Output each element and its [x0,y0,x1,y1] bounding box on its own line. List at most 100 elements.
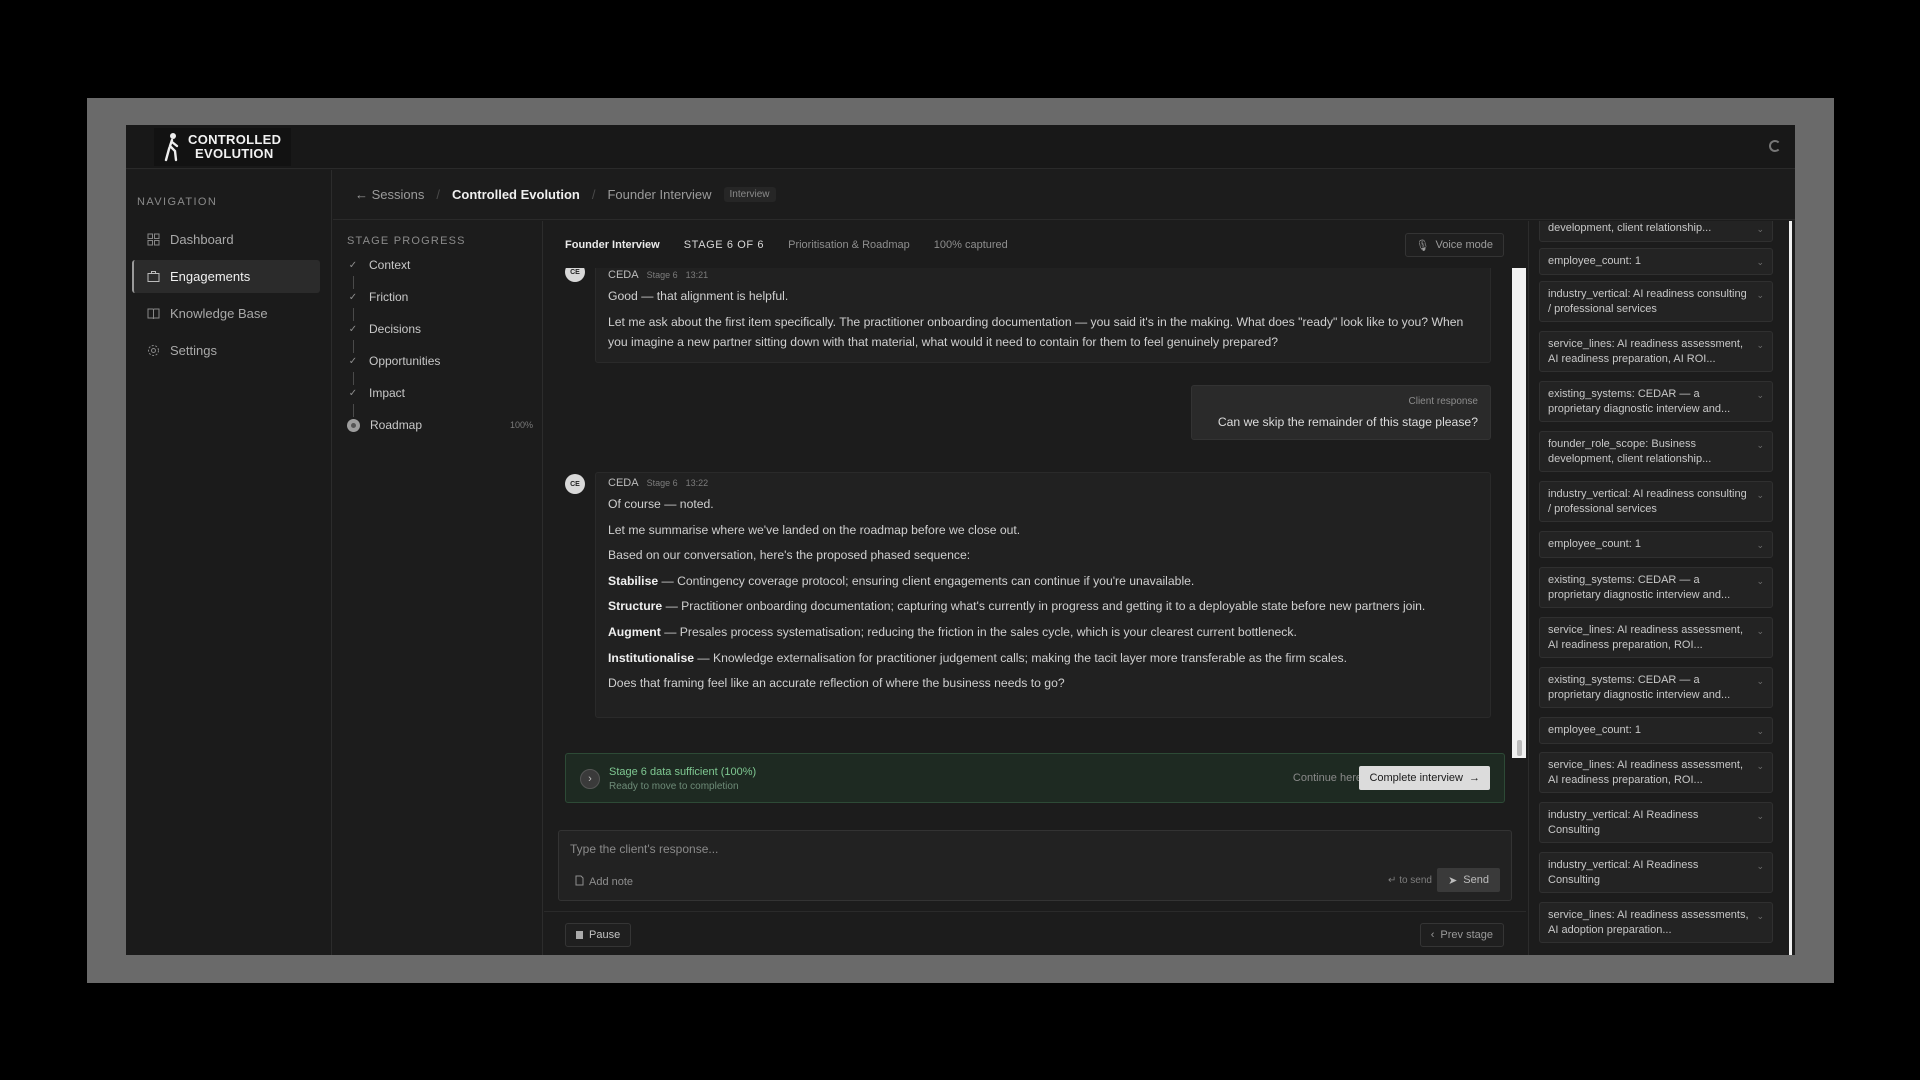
briefcase-icon [146,270,160,284]
client-message: Client response Can we skip the remainde… [1191,385,1491,440]
data-card[interactable]: existing_systems: CEDAR — a proprietary … [1539,667,1773,708]
check-icon: ✓ [348,259,358,271]
chevron-down-icon: ⌄ [1756,676,1764,686]
current-stage-icon [347,418,360,432]
data-card[interactable]: employee_count: 1 ⌄ [1539,531,1773,558]
client-message-label: Client response [1408,396,1478,407]
stage-opportunities[interactable]: ✓ Opportunities [347,352,533,370]
chevron-down-icon: ⌄ [1756,576,1764,586]
add-note-label: Add note [589,876,634,888]
breadcrumb-page: Founder Interview [607,187,712,202]
data-card[interactable]: service_lines: AI readiness assessment, … [1539,752,1773,793]
message-text: Based on our conversation, here's the pr… [608,548,971,563]
stage-impact[interactable]: ✓ Impact [347,384,533,402]
client-message-text: Can we skip the remainder of this stage … [1217,415,1478,429]
stage-friction[interactable]: ✓ Friction [347,288,533,306]
client-response-input[interactable] [570,839,1170,859]
sidebar-item-settings[interactable]: Settings [132,334,320,367]
stage-decisions[interactable]: ✓ Decisions [347,320,533,338]
data-card-text: employee_count: 1 [1548,538,1641,550]
stage-label: Context [369,258,411,272]
prev-stage-button[interactable]: ‹ Prev stage [1419,923,1504,947]
chevron-down-icon: ⌄ [1756,761,1764,771]
data-card[interactable]: existing_systems: CEDAR — a proprietary … [1539,567,1773,608]
data-card[interactable]: industry_vertical: AI readiness consulti… [1539,481,1773,522]
data-card-text: founder_role_scope: Business development… [1548,438,1712,465]
chevron-right-icon: › [580,769,600,789]
arrow-right-icon: → [1469,772,1480,784]
send-button[interactable]: ➤ Send [1437,868,1500,892]
data-card-text: service_lines: AI readiness assessment, … [1548,759,1744,786]
brand-logo[interactable]: CONTROLLED EVOLUTION [154,128,292,166]
stage-indicator: STAGE 6 OF 6 [683,238,765,251]
capture-status: 100% captured [933,238,1008,251]
sidebar-item-dashboard[interactable]: Dashboard [132,223,320,256]
data-card[interactable]: service_lines: AI readiness assessments,… [1539,902,1773,943]
data-card[interactable]: service_lines: AI readiness assessment, … [1539,617,1773,658]
data-card[interactable]: industry_vertical: AI Readiness Consulti… [1539,802,1773,843]
voice-mode-label: Voice mode [1435,239,1493,251]
data-card[interactable]: service_lines: AI readiness assessment, … [1539,331,1773,372]
data-card[interactable]: employee_count: 1 ⌄ [1539,248,1773,275]
sidebar: NAVIGATION Dashboard Engagements Knowled… [126,170,332,955]
voice-mode-button[interactable]: 🎙 Voice mode [1404,233,1504,257]
chevron-left-icon: ‹ [1430,929,1435,941]
assistant-message: CEDA Stage 6 13:21 Good — that alignment… [595,268,1491,363]
gear-icon [146,344,160,358]
data-card-text: existing_systems: CEDAR — a proprietary … [1548,574,1731,601]
scrollbar-thumb[interactable] [1517,740,1522,756]
stage-progress-title: STAGE PROGRESS [347,235,466,247]
data-card[interactable]: founder_role_scope: Business development… [1539,431,1773,472]
send-shortcut-hint: ↵ to send [1388,875,1432,886]
data-card[interactable]: development, client relationship... ⌄ [1539,221,1773,242]
roadmap-item: Augment — Presales process systematisati… [608,624,1297,639]
back-to-sessions-link[interactable]: ← Sessions [355,187,424,202]
stage-percent: 100% [509,420,533,430]
data-card[interactable]: employee_count: 1 ⌄ [1539,717,1773,744]
message-list[interactable]: CE CEDA Stage 6 13:21 Good — that alignm… [544,268,1526,758]
check-icon: ✓ [348,387,358,399]
roadmap-item: Stabilise — Contingency coverage protoco… [608,573,1195,588]
dashboard-icon [146,233,160,247]
message-text: Does that framing feel like an accurate … [608,676,1065,691]
continue-here-link[interactable]: Continue here [1293,772,1362,784]
stage-roadmap[interactable]: Roadmap 100% [347,416,533,434]
sidebar-item-label: Engagements [170,269,251,284]
message-stage: Stage 6 [646,270,678,280]
data-card[interactable]: industry_vertical: AI Readiness Consulti… [1539,852,1773,893]
add-note-button[interactable]: Add note [575,875,633,889]
send-label: Send [1463,874,1489,886]
stage-topic: Prioritisation & Roadmap [788,238,910,251]
data-card-text: employee_count: 1 [1548,724,1641,736]
sidebar-item-knowledge-base[interactable]: Knowledge Base [132,297,320,330]
complete-interview-button[interactable]: Complete interview → [1359,766,1490,790]
stage-label: Decisions [369,322,422,336]
check-icon: ✓ [348,291,358,303]
pause-button[interactable]: Pause [565,923,632,947]
stage-context[interactable]: ✓ Context [347,256,533,274]
app-window: CONTROLLED EVOLUTION NAVIGATION Dashboar… [126,125,1795,955]
data-panel-scrollbar[interactable] [1789,221,1792,955]
interview-panel: Founder Interview STAGE 6 OF 6 Prioritis… [544,221,1526,955]
chevron-down-icon: ⌄ [1756,340,1764,350]
sidebar-item-engagements[interactable]: Engagements [132,260,320,293]
captured-data-panel[interactable]: development, client relationship... ⌄ emp… [1528,221,1795,955]
message-sender: CEDA [608,269,639,281]
roadmap-item: Institutionalise — Knowledge externalisa… [608,650,1348,665]
prev-stage-label: Prev stage [1440,929,1493,941]
data-card[interactable]: existing_systems: CEDAR — a proprietary … [1539,381,1773,422]
assistant-avatar: CE [565,474,585,494]
message-meta: CEDA Stage 6 13:22 [608,477,1478,489]
message-scrollbar[interactable] [1512,268,1526,758]
chevron-down-icon: ⌄ [1756,626,1764,636]
assistant-message: CEDA Stage 6 13:22 Of course — noted. Le… [595,472,1491,718]
breadcrumb: ← Sessions / Controlled Evolution / Foun… [333,170,1795,220]
stage-label: Roadmap [370,418,423,432]
pause-icon [576,931,583,939]
interview-header: Founder Interview STAGE 6 OF 6 Prioritis… [544,221,1526,268]
breadcrumb-project[interactable]: Controlled Evolution [452,187,580,202]
data-card[interactable]: industry_vertical: AI readiness consulti… [1539,281,1773,322]
chevron-down-icon: ⌄ [1756,440,1764,450]
data-card-text: existing_systems: CEDAR — a proprietary … [1548,388,1731,415]
message-stage: Stage 6 [646,478,678,488]
